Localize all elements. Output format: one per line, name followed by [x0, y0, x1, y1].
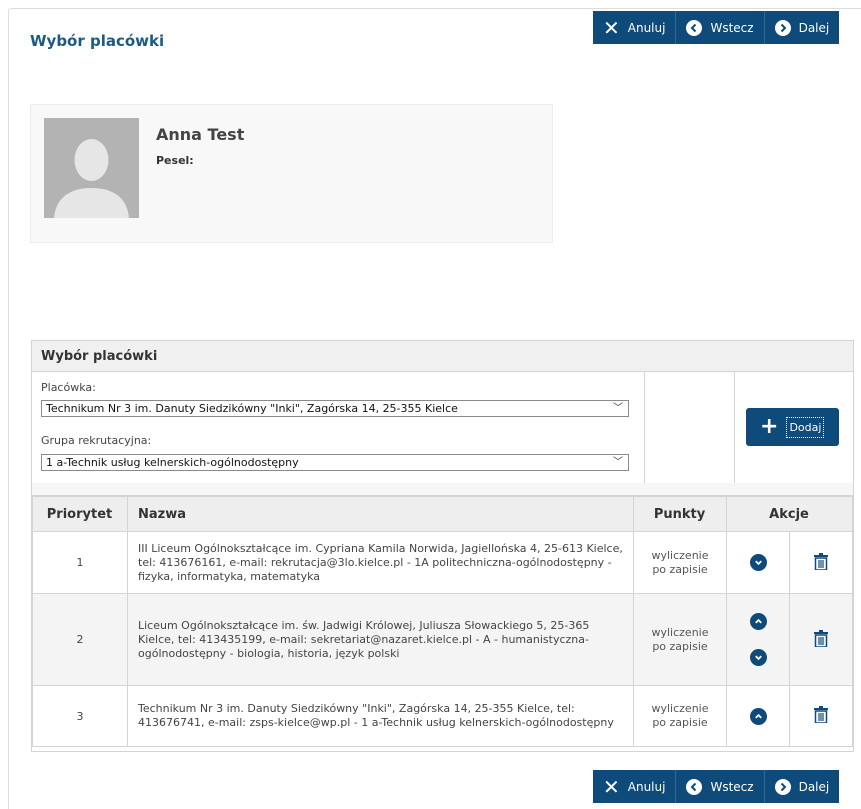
close-icon: ✕: [603, 15, 620, 40]
placowka-select[interactable]: Technikum Nr 3 im. Danuty Siedzikówny "I…: [41, 400, 629, 417]
move-cell: [726, 593, 790, 686]
add-button[interactable]: + Dodaj: [746, 408, 839, 446]
priority-cell: 1: [32, 531, 128, 594]
trash-icon[interactable]: [814, 706, 828, 726]
back-button[interactable]: Wstecz: [676, 770, 765, 803]
table-header-row: Priorytet Nazwa Punkty Akcje: [32, 496, 853, 532]
priority-cell: 2: [32, 593, 128, 686]
form-spacer-cell: [644, 372, 735, 483]
chevron-left-icon: [686, 19, 703, 36]
move-cell: [726, 531, 790, 594]
next-label: Dalej: [798, 20, 830, 35]
user-silhouette-icon: [44, 118, 139, 218]
priority-header: Priorytet: [32, 496, 128, 532]
grupa-select-value: 1 a-Technik usług kelnerskich-ogólnodost…: [46, 456, 299, 469]
placowka-select-value: Technikum Nr 3 im. Danuty Siedzikówny "I…: [46, 402, 458, 415]
points-line: wyliczenie: [651, 548, 709, 562]
next-button[interactable]: Dalej: [765, 770, 840, 803]
chevron-left-icon: [686, 778, 703, 795]
profile-card: Anna Test Pesel:: [30, 104, 553, 243]
trash-icon[interactable]: [814, 629, 828, 650]
move-up-button[interactable]: [749, 613, 767, 630]
name-cell: III Liceum Ogólnokształcące im. Cypriana…: [127, 531, 634, 594]
table-row: 3 Technikum Nr 3 im. Danuty Siedzikówny …: [32, 685, 853, 747]
move-up-button[interactable]: [749, 707, 767, 725]
points-header: Punkty: [633, 496, 727, 532]
chevron-down-icon: [754, 655, 762, 661]
selected-facilities-table: Priorytet Nazwa Punkty Akcje 1 III Liceu…: [32, 496, 853, 747]
points-line: wyliczenie: [651, 702, 709, 715]
cancel-label: Anuluj: [627, 779, 666, 794]
panel-header: Wybór placówki: [32, 341, 853, 372]
points-line: po zapisie: [652, 562, 708, 576]
grupa-label: Grupa rekrutacyjna:: [41, 434, 152, 447]
next-label: Dalej: [798, 779, 830, 794]
back-button[interactable]: Wstecz: [676, 11, 765, 44]
trash-icon[interactable]: [814, 552, 828, 573]
table-row: 2 Liceum Ogólnokształcące im. św. Jadwig…: [32, 593, 853, 686]
top-toolbar: ✕ Anuluj Wstecz Dalej: [593, 11, 840, 44]
bottom-toolbar: ✕ Anuluj Wstecz Dalej: [593, 770, 840, 803]
move-cell: [726, 685, 790, 747]
profile-name: Anna Test: [156, 125, 245, 144]
avatar: [44, 118, 139, 218]
back-label: Wstecz: [710, 20, 754, 35]
name-cell: Liceum Ogólnokształcące im. św. Jadwigi …: [127, 593, 634, 686]
points-line: wyliczenie: [651, 625, 709, 639]
chevron-up-icon: [754, 713, 762, 719]
placowka-label: Placówka:: [41, 381, 96, 394]
priority-cell: 3: [32, 685, 128, 747]
points-line: po zapisie: [652, 639, 708, 653]
move-down-button[interactable]: [749, 649, 767, 666]
form-fields: Placówka: Technikum Nr 3 im. Danuty Sied…: [32, 372, 645, 483]
points-cell: wyliczenie po zapisie: [633, 531, 727, 594]
cancel-label: Anuluj: [627, 20, 666, 35]
delete-cell: [789, 531, 853, 594]
plus-icon: +: [760, 414, 779, 439]
chevron-up-icon: [754, 618, 762, 624]
next-button[interactable]: Dalej: [765, 11, 840, 44]
cancel-button[interactable]: ✕ Anuluj: [593, 770, 677, 803]
add-label: Dodaj: [786, 416, 825, 438]
selection-form: Placówka: Technikum Nr 3 im. Danuty Sied…: [32, 372, 853, 484]
table-row: 1 III Liceum Ogólnokształcące im. Cypria…: [32, 531, 853, 594]
page-title: Wybór placówki: [30, 32, 165, 50]
chevron-down-icon: [754, 560, 762, 566]
close-icon: ✕: [603, 774, 620, 799]
name-cell: Technikum Nr 3 im. Danuty Siedzikówny "I…: [127, 685, 634, 747]
back-label: Wstecz: [710, 779, 754, 794]
points-cell: wyliczenie po zapisie: [633, 685, 727, 747]
name-header: Nazwa: [127, 496, 634, 532]
move-down-button[interactable]: [749, 554, 767, 571]
facility-selection-panel: Wybór placówki Placówka: Technikum Nr 3 …: [31, 340, 854, 752]
delete-cell: [789, 593, 853, 686]
pesel-label: Pesel:: [156, 154, 194, 167]
cancel-button[interactable]: ✕ Anuluj: [593, 11, 677, 44]
chevron-right-icon: [774, 778, 791, 795]
chevron-down-icon: ﹀: [613, 403, 623, 414]
delete-cell: [789, 685, 853, 747]
spacer-row: [32, 483, 853, 496]
chevron-down-icon: ﹀: [613, 457, 623, 468]
actions-header: Akcje: [726, 496, 853, 532]
chevron-right-icon: [774, 19, 791, 36]
points-line: po zapisie: [652, 716, 708, 729]
points-cell: wyliczenie po zapisie: [633, 593, 727, 686]
grupa-select[interactable]: 1 a-Technik usług kelnerskich-ogólnodost…: [41, 454, 629, 471]
